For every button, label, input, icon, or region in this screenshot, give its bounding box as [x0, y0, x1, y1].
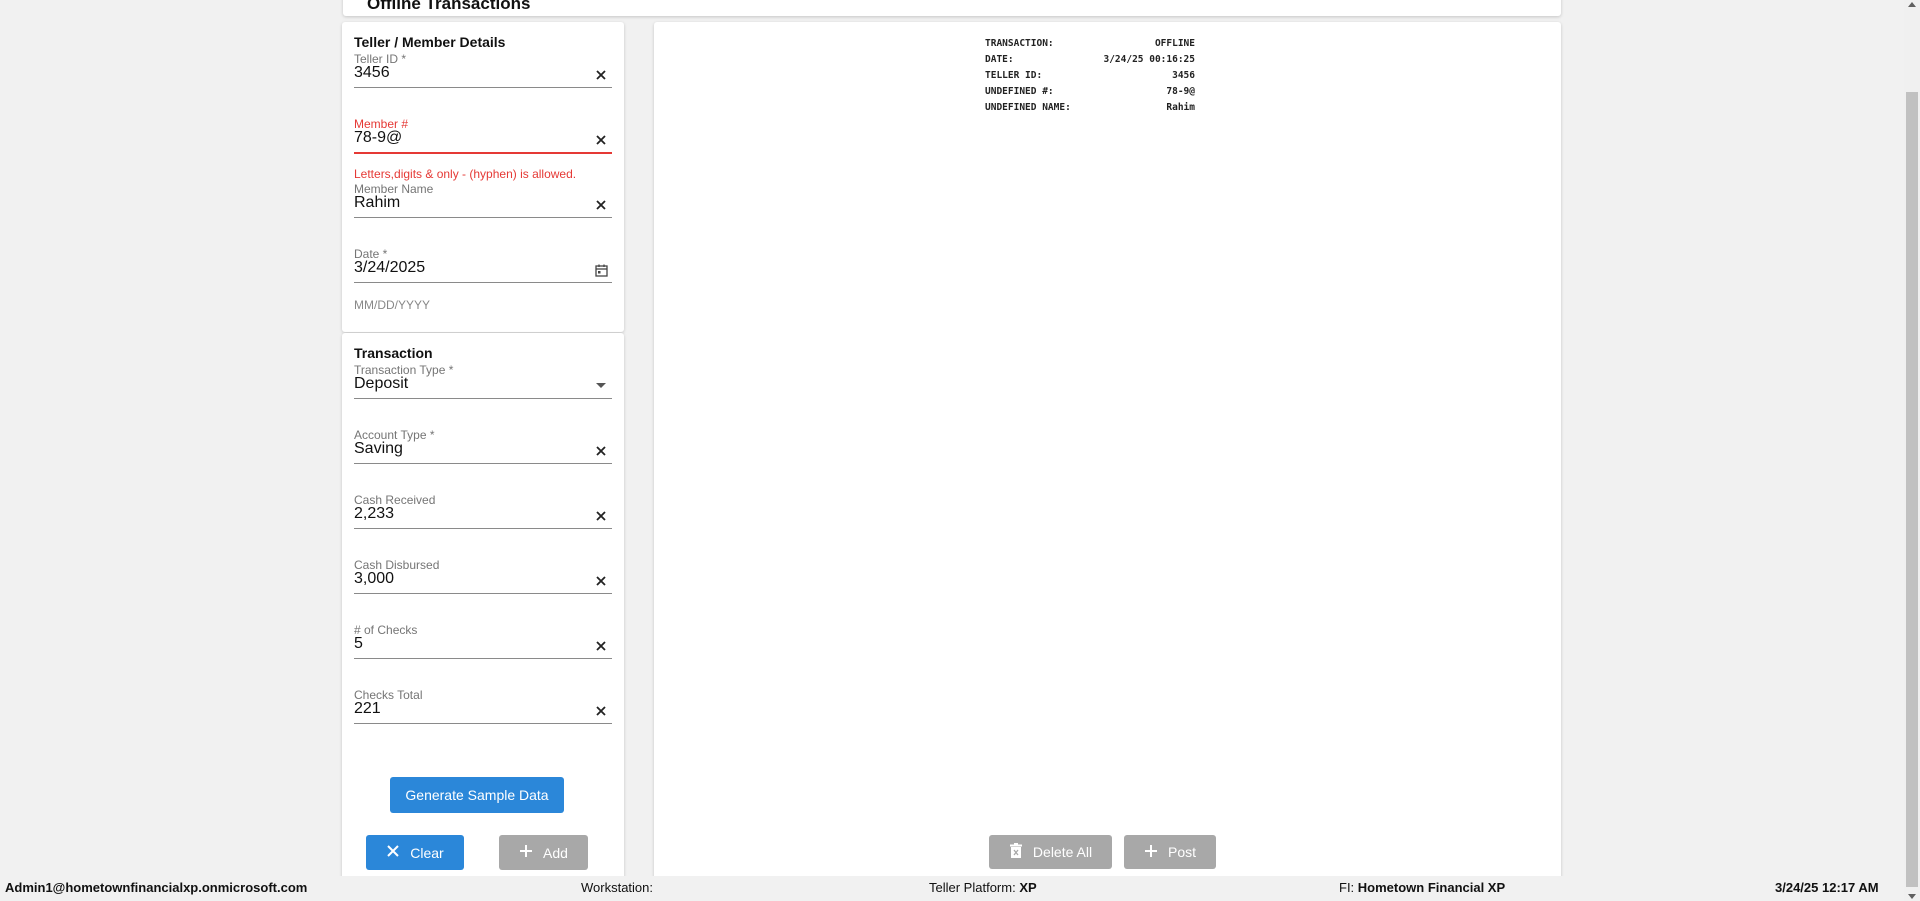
receipt-row: DATE: 3/24/25 00:16:25	[985, 52, 1195, 68]
close-icon[interactable]	[594, 133, 608, 147]
receipt-key: TRANSACTION:	[985, 38, 1054, 49]
fi-label: FI:	[1339, 880, 1355, 895]
clear-icon	[386, 844, 400, 861]
teller-id-underline	[354, 87, 612, 88]
account-type-field[interactable]: Account Type * Saving	[354, 428, 612, 492]
scrollbar-thumb[interactable]	[1906, 92, 1918, 887]
close-icon[interactable]	[594, 198, 608, 212]
teller-member-details-card: Teller / Member Details Teller ID * 3456…	[342, 22, 624, 332]
teller-platform-label: Teller Platform:	[929, 880, 1016, 895]
receipt-row: TRANSACTION: OFFLINE	[985, 36, 1195, 52]
post-label: Post	[1167, 844, 1196, 860]
delete-all-button[interactable]: Delete All	[989, 835, 1112, 869]
number-of-checks-field[interactable]: # of Checks 5	[354, 623, 612, 687]
date-format-hint: MM/DD/YYYY	[354, 298, 431, 312]
details-section-title: Teller / Member Details	[354, 34, 506, 50]
receipt-row: TELLER ID: 3456	[985, 68, 1195, 84]
receipt-value: Rahim	[1166, 102, 1195, 113]
receipt-key: UNDEFINED NAME:	[985, 102, 1071, 113]
member-number-field[interactable]: Member # 78-9@ Letters,digits & only - (…	[354, 117, 612, 181]
receipt-row: UNDEFINED #: 78-9@	[985, 84, 1195, 100]
workstation-info: Workstation:	[581, 880, 653, 895]
transaction-type-select[interactable]: Transaction Type * Deposit	[354, 363, 612, 427]
receipt-key: UNDEFINED #:	[985, 86, 1054, 97]
receipt-value: 3/24/25 00:16:25	[1103, 54, 1195, 65]
transaction-type-value[interactable]: Deposit	[354, 375, 408, 393]
member-number-underline	[354, 152, 612, 154]
generate-sample-data-button[interactable]: Generate Sample Data	[390, 777, 564, 813]
checks-total-value[interactable]: 221	[354, 700, 381, 718]
member-number-value[interactable]: 78-9@	[354, 129, 402, 147]
vertical-scrollbar[interactable]	[1904, 0, 1920, 901]
cash-disbursed-value[interactable]: 3,000	[354, 570, 394, 588]
number-of-checks-value[interactable]: 5	[354, 635, 363, 653]
close-icon[interactable]	[594, 639, 608, 653]
fi-info: FI: Hometown Financial XP	[1339, 880, 1505, 895]
date-value[interactable]: 3/24/2025	[354, 259, 425, 277]
calendar-icon[interactable]	[594, 263, 608, 277]
plus-icon	[519, 844, 533, 861]
status-bar: Admin1@hometownfinancialxp.onmicrosoft.c…	[0, 876, 1904, 901]
receipt-preview: TRANSACTION: OFFLINE DATE: 3/24/25 00:16…	[985, 36, 1195, 116]
cash-received-underline	[354, 528, 612, 529]
transaction-type-underline	[354, 398, 612, 399]
receipt-key: TELLER ID:	[985, 70, 1043, 81]
member-name-underline	[354, 217, 612, 218]
member-name-value[interactable]: Rahim	[354, 194, 400, 212]
cash-disbursed-field[interactable]: Cash Disbursed 3,000	[354, 558, 612, 622]
member-name-field[interactable]: Member Name Rahim	[354, 182, 612, 246]
trash-icon	[1009, 842, 1023, 862]
transaction-card: Transaction Transaction Type * Deposit A…	[342, 333, 624, 881]
account-type-underline	[354, 463, 612, 464]
add-label: Add	[543, 844, 568, 861]
teller-platform-value: XP	[1019, 880, 1037, 895]
receipt-preview-card: TRANSACTION: OFFLINE DATE: 3/24/25 00:16…	[654, 22, 1561, 881]
generate-sample-data-label: Generate Sample Data	[405, 787, 549, 803]
close-icon[interactable]	[594, 704, 608, 718]
header-card: Offline Transactions	[343, 0, 1561, 16]
plus-icon	[1144, 844, 1158, 861]
footer-datetime: 3/24/25 12:17 AM	[1775, 880, 1879, 895]
transaction-section-title: Transaction	[354, 345, 433, 361]
scroll-down-arrow-icon[interactable]	[1908, 894, 1916, 899]
scroll-up-arrow-icon[interactable]	[1908, 2, 1916, 7]
receipt-value: 78-9@	[1166, 86, 1195, 97]
member-number-error-text: Letters,digits & only - (hyphen) is allo…	[354, 167, 577, 181]
clear-button[interactable]: Clear	[366, 835, 464, 870]
clear-label: Clear	[410, 844, 444, 861]
close-icon[interactable]	[594, 509, 608, 523]
checks-total-field[interactable]: Checks Total 221	[354, 688, 612, 752]
page-title: Offline Transactions	[367, 0, 531, 13]
teller-id-value[interactable]: 3456	[354, 64, 390, 82]
fi-value: Hometown Financial XP	[1357, 880, 1506, 895]
dropdown-arrow-icon[interactable]	[594, 379, 608, 393]
number-of-checks-label: # of Checks	[354, 623, 418, 637]
teller-platform-info: Teller Platform: XP	[929, 880, 1037, 895]
date-underline	[354, 282, 612, 283]
teller-id-field[interactable]: Teller ID * 3456	[354, 52, 612, 116]
cash-received-field[interactable]: Cash Received 2,233	[354, 493, 612, 557]
number-of-checks-underline	[354, 658, 612, 659]
close-icon[interactable]	[594, 444, 608, 458]
add-button[interactable]: Add	[499, 835, 588, 870]
date-field[interactable]: Date * 3/24/2025 MM/DD/YYYY	[354, 247, 612, 312]
receipt-key: DATE:	[985, 54, 1014, 65]
close-icon[interactable]	[594, 68, 608, 82]
post-button[interactable]: Post	[1124, 835, 1216, 869]
checks-total-underline	[354, 723, 612, 724]
receipt-row: UNDEFINED NAME: Rahim	[985, 100, 1195, 116]
cash-received-value[interactable]: 2,233	[354, 505, 394, 523]
receipt-value: 3456	[1172, 70, 1195, 81]
cash-disbursed-underline	[354, 593, 612, 594]
account-type-value[interactable]: Saving	[354, 440, 403, 458]
receipt-value: OFFLINE	[1154, 38, 1195, 49]
delete-all-label: Delete All	[1032, 844, 1093, 860]
workstation-label: Workstation:	[581, 880, 654, 895]
close-icon[interactable]	[594, 574, 608, 588]
user-email: Admin1@hometownfinancialxp.onmicrosoft.c…	[5, 880, 308, 895]
